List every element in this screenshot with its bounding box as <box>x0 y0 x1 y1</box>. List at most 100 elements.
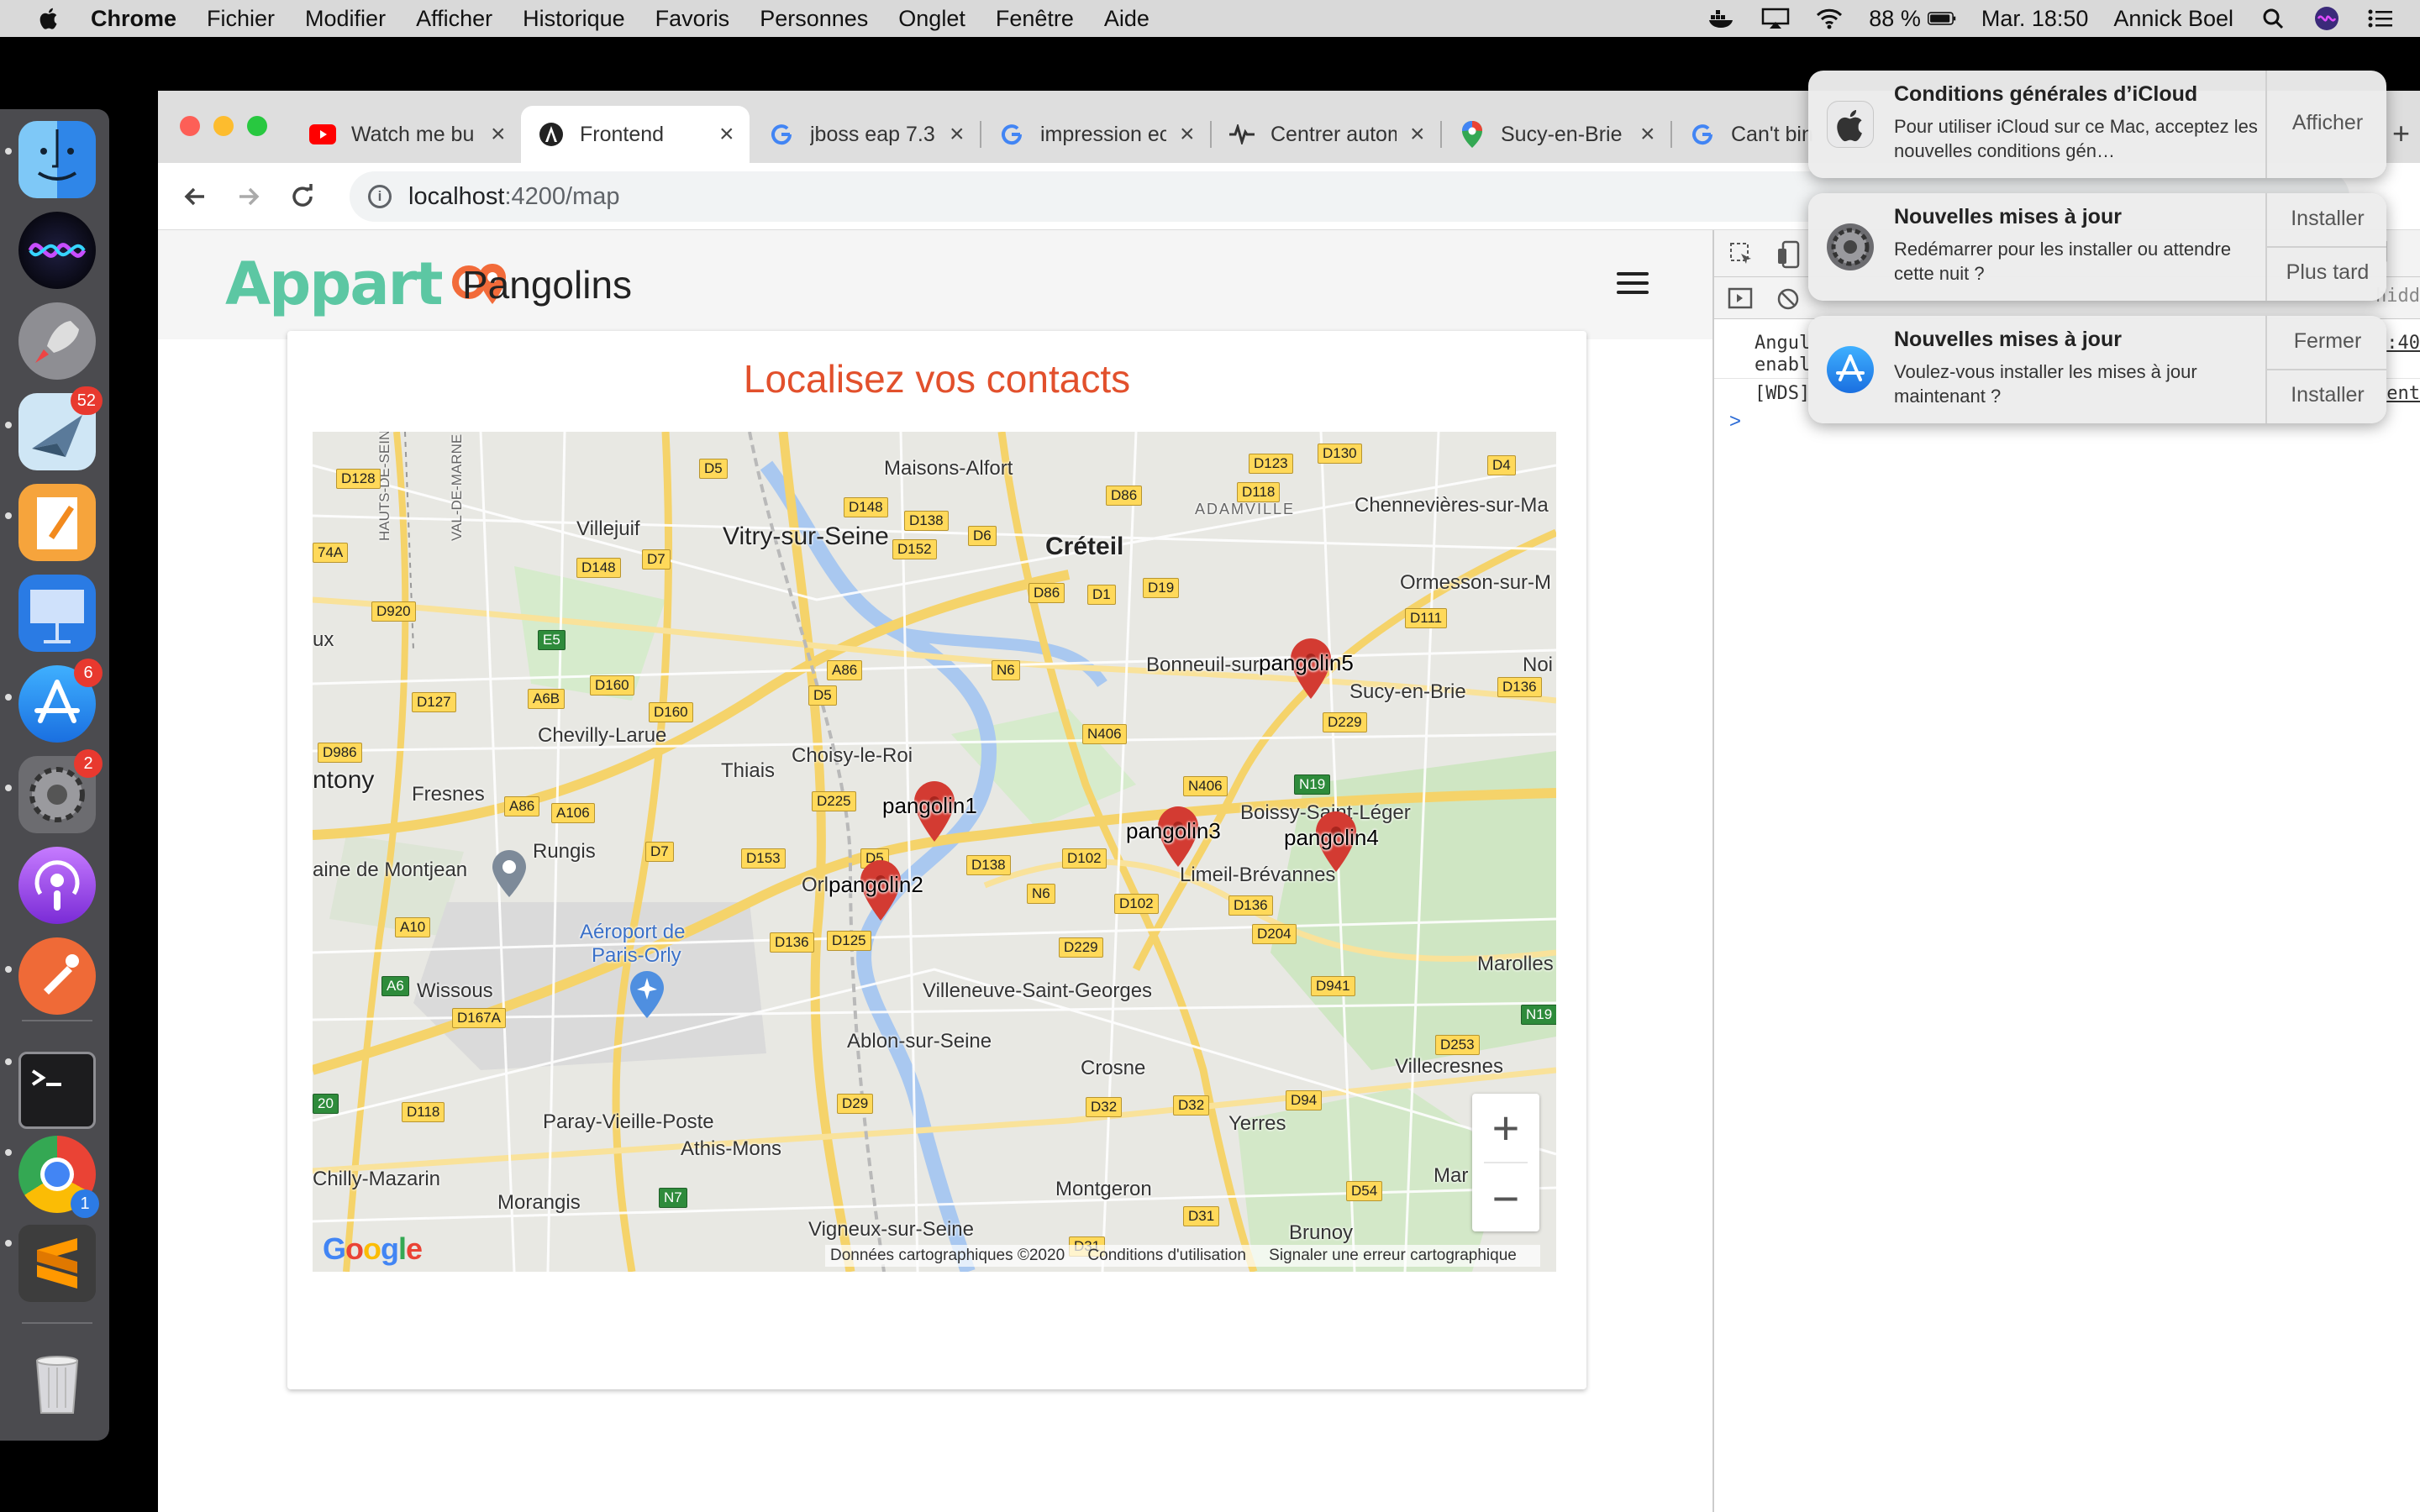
docker-icon[interactable] <box>1707 7 1736 30</box>
map-place-label: Mar <box>1434 1164 1469 1187</box>
google-logo[interactable]: Google <box>323 1231 423 1267</box>
road-shield: D7 <box>645 842 674 862</box>
road-shield: N406 <box>1183 776 1228 796</box>
close-button[interactable]: Fermer <box>2267 329 2386 354</box>
zoom-in-button[interactable]: + <box>1472 1094 1539 1161</box>
siri-icon[interactable] <box>2312 7 2341 30</box>
tab-frontend[interactable]: Frontend × <box>521 106 750 163</box>
menubar-clock[interactable]: Mar. 18:50 <box>1981 6 2089 32</box>
tab-impression[interactable]: impression ec × <box>981 106 1210 163</box>
notification-icloud[interactable]: Conditions générales d’iCloud Pour utili… <box>1808 71 2386 178</box>
menu-afficher[interactable]: Afficher <box>416 6 492 32</box>
road-shield: N6 <box>992 660 1020 680</box>
map-place-label: Wissous <box>417 979 493 1002</box>
console-source-link[interactable]: :40 <box>2386 333 2420 354</box>
menu-aide[interactable]: Aide <box>1104 6 1150 32</box>
keynote-icon[interactable] <box>18 575 96 652</box>
mac-menubar: Chrome Fichier Modifier Afficher Histori… <box>0 0 2420 37</box>
map-card: Localisez vos contacts Maisons-Alfort Cr… <box>287 331 1586 1389</box>
menu-fichier[interactable]: Fichier <box>207 6 275 32</box>
tab-close-icon[interactable]: × <box>1180 120 1195 149</box>
sublime-text-icon[interactable] <box>18 1225 96 1302</box>
chrome-dock-icon[interactable]: 1 <box>18 1136 99 1218</box>
chrome-badge: 1 <box>71 1189 99 1218</box>
mail-icon[interactable]: 52 <box>18 386 103 470</box>
pages-icon[interactable] <box>18 484 96 561</box>
map-place-label: Orl <box>802 874 829 896</box>
siri-dock-icon[interactable] <box>18 212 96 289</box>
tab-centrer[interactable]: Centrer autom × <box>1212 106 1440 163</box>
inspect-element-icon[interactable] <box>1729 242 1754 267</box>
zoom-separator <box>1484 1162 1528 1163</box>
reload-icon[interactable] <box>284 178 321 215</box>
trash-icon[interactable] <box>18 1342 96 1420</box>
map-place-label: Vigneux-sur-Seine <box>808 1218 975 1241</box>
menu-app-chrome[interactable]: Chrome <box>91 6 176 32</box>
notification-update-restart[interactable]: Nouvelles mises à jour Redémarrer pour l… <box>1808 193 2386 301</box>
contact-marker-label: pangolin4 <box>1284 825 1379 850</box>
menu-historique[interactable]: Historique <box>523 6 625 32</box>
dock-running-indicator <box>5 1240 12 1247</box>
tab-close-icon[interactable]: × <box>1640 120 1655 149</box>
wifi-icon[interactable] <box>1815 7 1844 30</box>
tab-sucy[interactable]: Sucy-en-Brie × <box>1442 106 1670 163</box>
show-button[interactable]: Afficher <box>2267 111 2386 135</box>
battery-icon[interactable] <box>1927 7 1956 30</box>
window-minimize-button[interactable] <box>213 116 234 136</box>
notification-update-appstore[interactable]: Nouvelles mises à jour Voulez-vous insta… <box>1808 316 2386 423</box>
window-close-button[interactable] <box>180 116 200 136</box>
zoom-out-button[interactable]: − <box>1472 1164 1539 1231</box>
device-toolbar-icon[interactable] <box>1776 240 1803 269</box>
finder-icon[interactable] <box>18 121 96 198</box>
podcasts-icon[interactable] <box>18 847 96 924</box>
hamburger-menu-icon[interactable] <box>1617 272 1649 297</box>
map-report-link[interactable]: Signaler une erreur cartographique <box>1269 1247 1517 1264</box>
clear-console-icon[interactable] <box>1776 287 1800 311</box>
airport-icon[interactable] <box>630 971 664 1018</box>
console-prompt[interactable]: > <box>1729 410 1741 433</box>
tab-jboss[interactable]: jboss eap 7.3 × <box>751 106 980 163</box>
tab-close-icon[interactable]: × <box>719 120 734 149</box>
forward-arrow-icon[interactable] <box>230 178 267 215</box>
install-button[interactable]: Installer <box>2267 207 2386 231</box>
menu-fenetre[interactable]: Fenêtre <box>996 6 1074 32</box>
pulse-icon <box>1228 121 1255 148</box>
menu-favoris[interactable]: Favoris <box>655 6 730 32</box>
map-zoom-control: + − <box>1472 1094 1539 1231</box>
app-store-icon[interactable]: 6 <box>18 659 103 743</box>
road-shield: N19 <box>1521 1005 1556 1025</box>
console-sidebar-icon[interactable] <box>1728 287 1753 309</box>
notification-center-icon[interactable] <box>2366 7 2395 30</box>
map-terms-link[interactable]: Conditions d'utilisation <box>1087 1247 1245 1264</box>
tab-close-icon[interactable]: × <box>1410 120 1425 149</box>
menu-modifier[interactable]: Modifier <box>305 6 386 32</box>
apple-icon[interactable] <box>37 6 62 31</box>
tab-youtube[interactable]: Watch me bu × <box>292 106 519 163</box>
tab-close-icon[interactable]: × <box>950 120 965 149</box>
google-map[interactable]: Maisons-Alfort Créteil Vitry-sur-Seine V… <box>313 432 1556 1272</box>
later-button[interactable]: Plus tard <box>2267 260 2386 285</box>
map-place-label: Chilly-Mazarin <box>313 1168 441 1190</box>
system-preferences-icon[interactable]: 2 <box>18 749 103 833</box>
airplay-icon[interactable] <box>1761 7 1790 30</box>
tab-close-icon[interactable]: × <box>491 120 506 149</box>
google-g-icon <box>1689 121 1716 148</box>
terminal-icon[interactable] <box>18 1052 96 1129</box>
install-button[interactable]: Installer <box>2267 383 2386 407</box>
tab-title: Centrer autom <box>1270 122 1397 146</box>
window-zoom-button[interactable] <box>247 116 267 136</box>
spotlight-search-icon[interactable] <box>2259 7 2287 30</box>
postman-icon[interactable] <box>18 937 96 1015</box>
launchpad-icon[interactable] <box>18 302 96 380</box>
menu-onglet[interactable]: Onglet <box>898 6 965 32</box>
map-place-label: VAL-DE-MARNE <box>449 433 465 541</box>
map-place-label: Paray-Vieille-Poste <box>543 1110 714 1133</box>
poi-pin-icon[interactable] <box>492 850 526 897</box>
menubar-user[interactable]: Annick Boel <box>2113 6 2233 32</box>
site-info-icon[interactable]: i <box>368 185 392 208</box>
back-arrow-icon[interactable] <box>176 178 213 215</box>
map-place-label: Chevilly-Larue <box>538 724 667 747</box>
console-source-link[interactable]: ent <box>2386 383 2420 404</box>
menu-personnes[interactable]: Personnes <box>760 6 868 32</box>
new-tab-icon[interactable]: + <box>2392 116 2410 151</box>
